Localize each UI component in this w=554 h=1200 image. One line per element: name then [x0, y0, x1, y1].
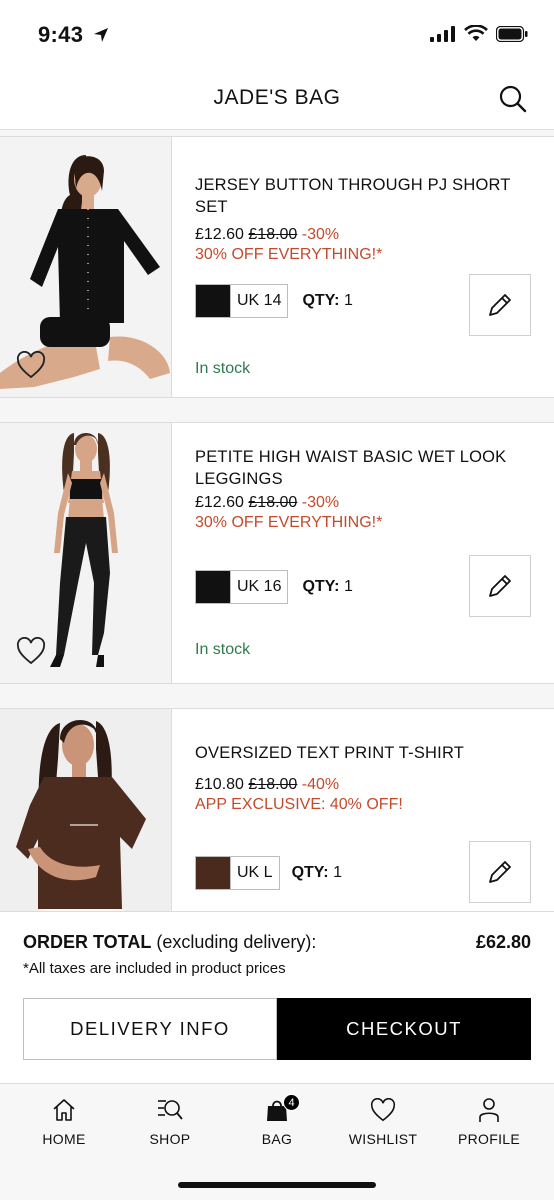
- old-price: £18.00: [248, 776, 298, 793]
- search-icon[interactable]: [498, 84, 528, 114]
- tab-label: PROFILE: [457, 1131, 520, 1147]
- current-price: £12.60: [195, 494, 244, 511]
- item-info: PETITE HIGH WAIST BASIC WET LOOK LEGGING…: [195, 446, 536, 532]
- profile-icon: [479, 1098, 499, 1122]
- order-summary-panel: ORDER TOTAL (excluding delivery): £62.80…: [0, 911, 554, 1083]
- bag-item: OVERSIZED TEXT PRINT T-SHIRT £10.80 £18.…: [0, 708, 554, 911]
- size-label: UK L: [230, 857, 279, 889]
- price-row: £12.60 £18.00 -30%: [195, 226, 536, 244]
- edit-item-button[interactable]: [469, 555, 531, 617]
- color-size-box[interactable]: UK 14: [195, 284, 289, 318]
- pencil-icon: [489, 575, 511, 597]
- product-photo-tshirt: [0, 709, 171, 911]
- item-info: OVERSIZED TEXT PRINT T-SHIRT £10.80 £18.…: [195, 742, 536, 814]
- delivery-info-button[interactable]: DELIVERY INFO: [23, 998, 277, 1060]
- old-price: £18.00: [248, 226, 298, 243]
- wifi-icon: [464, 25, 488, 41]
- tab-label: WISHLIST: [348, 1131, 418, 1147]
- size-label: UK 16: [230, 571, 287, 603]
- qty-label: QTY:: [302, 292, 340, 309]
- product-image[interactable]: [0, 423, 172, 683]
- bottom-tab-bar: HOME SHOP 4 BAG WISHLIST PROFILE: [0, 1083, 554, 1200]
- item-options: UK 14 QTY: 1: [195, 284, 353, 318]
- quantity: QTY: 1: [292, 864, 342, 882]
- promo-text: 30% OFF EVERYTHING!*: [195, 514, 383, 531]
- order-total-label-rest: (excluding delivery):: [156, 932, 317, 952]
- color-swatch: [196, 857, 230, 889]
- qty-value: 1: [343, 292, 353, 309]
- order-total-value: £62.80: [475, 932, 531, 952]
- color-swatch: [196, 571, 230, 603]
- promo-text: 30% OFF EVERYTHING!*: [195, 246, 383, 263]
- item-title[interactable]: PETITE HIGH WAIST BASIC WET LOOK LEGGING…: [195, 446, 535, 490]
- price-row: £12.60 £18.00 -30%: [195, 494, 536, 512]
- item-info: JERSEY BUTTON THROUGH PJ SHORT SET £12.6…: [195, 174, 536, 264]
- wishlist-heart-icon[interactable]: [16, 637, 46, 665]
- stock-status: In stock: [195, 641, 251, 658]
- qty-value: 1: [343, 578, 353, 595]
- discount-percent: -30%: [301, 226, 340, 243]
- tab-bag[interactable]: 4 BAG: [227, 1094, 327, 1147]
- bag-item: PETITE HIGH WAIST BASIC WET LOOK LEGGING…: [0, 422, 554, 684]
- quantity: QTY: 1: [302, 578, 352, 596]
- color-size-box[interactable]: UK 16: [195, 570, 289, 604]
- product-image[interactable]: [0, 137, 172, 397]
- wishlist-heart-icon[interactable]: [16, 351, 46, 379]
- discount-percent: -40%: [301, 776, 340, 793]
- tab-profile[interactable]: PROFILE: [439, 1094, 539, 1147]
- bag-item: JERSEY BUTTON THROUGH PJ SHORT SET £12.6…: [0, 136, 554, 398]
- current-price: £12.60: [195, 226, 244, 243]
- page-title: JADE'S BAG: [213, 86, 341, 109]
- edit-item-button[interactable]: [469, 841, 531, 903]
- item-title[interactable]: JERSEY BUTTON THROUGH PJ SHORT SET: [195, 174, 535, 218]
- status-icons: [430, 25, 528, 42]
- product-image[interactable]: [0, 709, 172, 911]
- discount-percent: -30%: [301, 494, 340, 511]
- tab-home[interactable]: HOME: [14, 1094, 114, 1147]
- status-bar: 9:43: [0, 0, 554, 70]
- current-price: £10.80: [195, 776, 244, 793]
- price-row: £10.80 £18.00 -40%: [195, 776, 536, 794]
- old-price: £18.00: [248, 494, 298, 511]
- cellular-signal-icon: [430, 25, 455, 42]
- tab-label: HOME: [42, 1131, 86, 1147]
- stock-status: In stock: [195, 360, 251, 377]
- order-total-label: ORDER TOTAL (excluding delivery):: [23, 932, 316, 953]
- quantity: QTY: 1: [302, 292, 352, 310]
- pencil-icon: [489, 861, 511, 883]
- tax-note: *All taxes are included in product price…: [23, 960, 286, 977]
- qty-label: QTY:: [291, 864, 329, 881]
- item-options: UK L QTY: 1: [195, 856, 342, 890]
- item-title[interactable]: OVERSIZED TEXT PRINT T-SHIRT: [195, 742, 535, 764]
- qty-label: QTY:: [302, 578, 340, 595]
- size-label: UK 14: [230, 285, 287, 317]
- heart-icon: [370, 1098, 396, 1122]
- promo-text: APP EXCLUSIVE: 40% OFF!: [195, 796, 403, 813]
- shop-search-icon: [158, 1100, 183, 1120]
- color-swatch: [196, 285, 230, 317]
- qty-value: 1: [333, 864, 342, 881]
- tab-shop[interactable]: SHOP: [120, 1094, 220, 1147]
- home-icon: [53, 1099, 75, 1121]
- location-arrow-icon: [94, 28, 108, 42]
- edit-item-button[interactable]: [469, 274, 531, 336]
- item-options: UK 16 QTY: 1: [195, 570, 353, 604]
- bag-item-list: JERSEY BUTTON THROUGH PJ SHORT SET £12.6…: [0, 131, 554, 911]
- tab-wishlist[interactable]: WISHLIST: [333, 1094, 433, 1147]
- checkout-button[interactable]: CHECKOUT: [277, 998, 531, 1060]
- tab-label: BAG: [261, 1131, 293, 1147]
- nav-header: JADE'S BAG: [0, 70, 554, 130]
- status-time: 9:43: [38, 22, 84, 47]
- order-total-label-bold: ORDER TOTAL: [23, 932, 152, 952]
- home-indicator: [178, 1182, 376, 1188]
- color-size-box[interactable]: UK L: [195, 856, 280, 890]
- battery-icon: [496, 25, 528, 42]
- pencil-icon: [489, 294, 511, 316]
- tab-label: SHOP: [149, 1131, 191, 1147]
- bag-count-badge: 4: [283, 1094, 300, 1111]
